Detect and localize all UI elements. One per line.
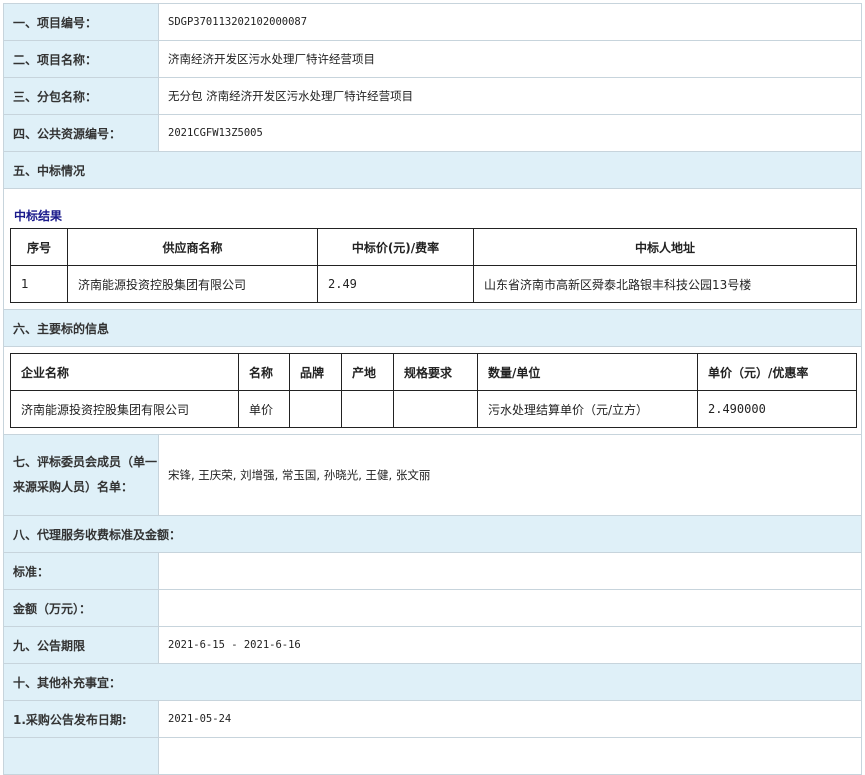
header-price: 中标价(元)/费率 <box>317 228 474 266</box>
cell-unit-price: 2.490000 <box>697 390 857 428</box>
row-trailing <box>3 737 862 775</box>
row-winning-title: 五、中标情况 <box>3 151 862 189</box>
publish-date-label: 1.采购公告发布日期: <box>3 700 159 738</box>
cell-company: 济南能源投资控股集团有限公司 <box>10 390 239 428</box>
table-row: 1 济南能源投资控股集团有限公司 2.49 山东省济南市高新区舜泰北路银丰科技公… <box>10 265 857 303</box>
subject-section-title: 六、主要标的信息 <box>3 309 862 347</box>
header-name: 名称 <box>238 353 290 391</box>
standard-value <box>158 552 862 590</box>
subject-table: 企业名称 名称 品牌 产地 规格要求 数量/单位 单价（元）/优惠率 济南能源投… <box>10 353 857 428</box>
committee-value: 宋锋, 王庆荣, 刘增强, 常玉国, 孙晓光, 王健, 张文丽 <box>158 434 862 516</box>
package-value: 无分包 济南经济开发区污水处理厂特许经营项目 <box>158 77 862 115</box>
winning-table: 序号 供应商名称 中标价(元)/费率 中标人地址 1 济南能源投资控股集团有限公… <box>10 228 857 303</box>
header-spec: 规格要求 <box>393 353 478 391</box>
header-brand: 品牌 <box>289 353 342 391</box>
row-committee: 七、评标委员会成员（单一来源采购人员）名单： 宋锋, 王庆荣, 刘增强, 常玉国… <box>3 434 862 516</box>
award-notice: 一、项目编号： SDGP370113202102000087 二、项目名称： 济… <box>3 3 862 775</box>
winning-section-title: 五、中标情况 <box>3 151 862 189</box>
project-no-label: 一、项目编号： <box>3 3 159 41</box>
package-label: 三、分包名称： <box>3 77 159 115</box>
project-no-value: SDGP370113202102000087 <box>158 3 862 41</box>
public-no-label: 四、公共资源编号： <box>3 114 159 152</box>
committee-label: 七、评标委员会成员（单一来源采购人员）名单： <box>3 434 159 516</box>
row-package: 三、分包名称： 无分包 济南经济开发区污水处理厂特许经营项目 <box>3 77 862 115</box>
header-origin: 产地 <box>341 353 394 391</box>
period-label: 九、公告期限 <box>3 626 159 664</box>
cell-origin <box>341 390 394 428</box>
header-quantity: 数量/单位 <box>477 353 698 391</box>
cell-supplier: 济南能源投资控股集团有限公司 <box>67 265 318 303</box>
row-agency-standard: 标准： <box>3 552 862 590</box>
notice-table: 一、项目编号： SDGP370113202102000087 二、项目名称： 济… <box>3 3 862 775</box>
public-no-value: 2021CGFW13Z5005 <box>158 114 862 152</box>
row-other-title: 十、其他补充事宜： <box>3 663 862 701</box>
cell-spec <box>393 390 478 428</box>
project-name-value: 济南经济开发区污水处理厂特许经营项目 <box>158 40 862 78</box>
header-index: 序号 <box>10 228 68 266</box>
project-name-label: 二、项目名称： <box>3 40 159 78</box>
header-address: 中标人地址 <box>473 228 857 266</box>
row-winning-table: 中标结果 序号 供应商名称 中标价(元)/费率 中标人地址 1 济南能源投资控股… <box>3 188 862 310</box>
row-project-no: 一、项目编号： SDGP370113202102000087 <box>3 3 862 41</box>
row-subject-title: 六、主要标的信息 <box>3 309 862 347</box>
row-period: 九、公告期限 2021-6-15 - 2021-6-16 <box>3 626 862 664</box>
header-supplier: 供应商名称 <box>67 228 318 266</box>
subject-header-row: 企业名称 名称 品牌 产地 规格要求 数量/单位 单价（元）/优惠率 <box>10 353 857 391</box>
cell-address: 山东省济南市高新区舜泰北路银丰科技公园13号楼 <box>473 265 857 303</box>
row-subject-table: 企业名称 名称 品牌 产地 规格要求 数量/单位 单价（元）/优惠率 济南能源投… <box>3 346 862 435</box>
agency-section-title: 八、代理服务收费标准及金额： <box>3 515 862 553</box>
row-agency-title: 八、代理服务收费标准及金额： <box>3 515 862 553</box>
row-public-no: 四、公共资源编号： 2021CGFW13Z5005 <box>3 114 862 152</box>
cell-brand <box>289 390 342 428</box>
standard-label: 标准： <box>3 552 159 590</box>
table-row: 济南能源投资控股集团有限公司 单价 污水处理结算单价（元/立方） 2.49000… <box>10 390 857 428</box>
period-value: 2021-6-15 - 2021-6-16 <box>158 626 862 664</box>
amount-label: 金额（万元）： <box>3 589 159 627</box>
cell-index: 1 <box>10 265 68 303</box>
publish-date-value: 2021-05-24 <box>158 700 862 738</box>
winning-sub-title: 中标结果 <box>14 209 63 223</box>
cell-name: 单价 <box>238 390 290 428</box>
row-publish-date: 1.采购公告发布日期: 2021-05-24 <box>3 700 862 738</box>
amount-value <box>158 589 862 627</box>
winning-header-row: 序号 供应商名称 中标价(元)/费率 中标人地址 <box>10 228 857 266</box>
header-unit-price: 单价（元）/优惠率 <box>697 353 857 391</box>
cell-quantity: 污水处理结算单价（元/立方） <box>477 390 698 428</box>
header-company: 企业名称 <box>10 353 239 391</box>
cell-price: 2.49 <box>317 265 474 303</box>
other-section-title: 十、其他补充事宜： <box>3 663 862 701</box>
row-agency-amount: 金额（万元）： <box>3 589 862 627</box>
row-project-name: 二、项目名称： 济南经济开发区污水处理厂特许经营项目 <box>3 40 862 78</box>
